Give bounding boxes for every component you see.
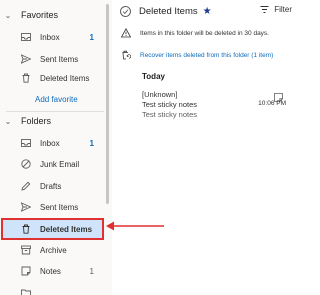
add-favorite-link[interactable]: Add favorite <box>35 95 78 104</box>
message-subject: Test sticky notes <box>142 100 198 109</box>
folder-item-label: Archive <box>40 245 67 255</box>
favorite-item-label: Deleted Items <box>40 73 90 83</box>
folder-icon <box>20 287 32 295</box>
folder-title: Deleted Items <box>139 5 198 17</box>
favorite-item-deleted-items[interactable]: Deleted Items <box>0 68 104 88</box>
folder-item-drafts[interactable]: Drafts <box>0 176 104 196</box>
folder-item-junk-email[interactable]: Junk Email <box>0 154 104 174</box>
inbox-icon <box>20 31 32 43</box>
filter-icon <box>260 6 269 13</box>
junk-icon <box>20 158 32 170</box>
unread-count: 1 <box>89 138 94 148</box>
folder-item-inbox[interactable]: Inbox 1 <box>0 133 104 153</box>
folder-item-label: Deleted Items <box>40 224 93 234</box>
group-header-today: Today <box>142 72 165 81</box>
folder-pane: ⌄ Favorites Inbox 1 Sent Items Deleted I… <box>0 0 112 295</box>
favorites-header[interactable]: ⌄ Favorites <box>0 6 58 24</box>
folder-item-archive[interactable]: Archive <box>0 240 104 260</box>
warning-icon <box>120 27 132 38</box>
trash-icon <box>20 223 32 235</box>
message-preview: Test sticky notes <box>142 110 198 119</box>
select-all-checkbox[interactable] <box>120 5 131 17</box>
recover-icon <box>121 50 132 60</box>
folder-item-label: Drafts <box>40 181 62 191</box>
folders-label: Folders <box>21 116 52 126</box>
favorite-item-inbox[interactable]: Inbox 1 <box>0 27 104 47</box>
folders-header[interactable]: ⌄ Folders <box>0 112 51 130</box>
inbox-icon <box>20 137 32 149</box>
folder-item-partial[interactable] <box>0 283 104 295</box>
folder-item-notes[interactable]: Notes 1 <box>0 261 104 281</box>
message-list-pane: Deleted Items ★ Filter Items in this fol… <box>112 0 300 295</box>
chevron-down-icon: ⌄ <box>4 10 12 20</box>
favorite-item-label: Inbox <box>40 32 60 42</box>
sticky-note-icon <box>274 89 283 102</box>
send-icon <box>20 201 32 213</box>
folder-item-deleted-items[interactable]: Deleted Items <box>1 218 104 240</box>
retention-info: Items in this folder will be deleted in … <box>112 27 300 38</box>
favorites-label: Favorites <box>21 10 59 20</box>
message-sender: [Unknown] <box>142 90 178 99</box>
retention-text: Items in this folder will be deleted in … <box>140 29 269 37</box>
unread-count: 1 <box>89 32 94 42</box>
chevron-down-icon: ⌄ <box>4 116 12 126</box>
send-icon <box>20 53 32 65</box>
recover-link[interactable]: Recover items deleted from this folder (… <box>140 52 273 59</box>
folder-item-label: Sent Items <box>40 202 79 212</box>
star-icon[interactable]: ★ <box>203 6 212 17</box>
message-list-header: Deleted Items ★ Filter <box>112 0 300 22</box>
folder-item-label: Inbox <box>40 138 60 148</box>
folder-item-label: Junk Email <box>40 159 80 169</box>
trash-icon <box>20 72 32 84</box>
archive-icon <box>20 244 32 256</box>
favorite-item-sent-items[interactable]: Sent Items <box>0 49 104 69</box>
folder-item-sent-items[interactable]: Sent Items <box>0 197 104 217</box>
filter-label: Filter <box>274 5 292 14</box>
pencil-icon <box>20 180 32 192</box>
item-count: 1 <box>89 266 94 276</box>
favorite-item-label: Sent Items <box>40 54 79 64</box>
filter-button[interactable]: Filter <box>260 5 292 14</box>
recover-items-row[interactable]: Recover items deleted from this folder (… <box>112 50 300 60</box>
folder-pane-scrollbar[interactable] <box>106 4 109 204</box>
message-row[interactable]: [Unknown] Test sticky notes 10:06 PM Tes… <box>112 86 300 130</box>
notes-icon <box>20 265 32 277</box>
folder-item-label: Notes <box>40 266 61 276</box>
message-time: 10:06 PM <box>258 100 286 107</box>
